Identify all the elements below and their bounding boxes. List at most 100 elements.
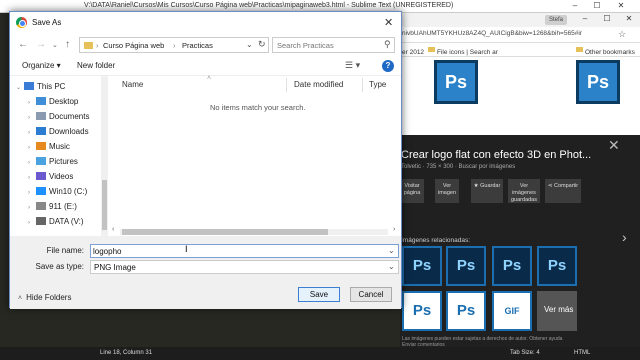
related-image[interactable]: GIF <box>492 291 532 331</box>
profile-badge[interactable]: Stefa <box>545 15 567 25</box>
related-image[interactable]: Ps <box>492 246 532 286</box>
photoshop-thumbnail[interactable]: Ps <box>576 60 620 104</box>
close-icon[interactable]: ✕ <box>622 14 636 23</box>
dialog-toolbar: Organize ▾ New folder ☰ ▾ ? <box>10 56 401 76</box>
sidebar-item-this-pc[interactable]: ⌄ This PC <box>16 82 65 91</box>
save-button[interactable]: Save <box>298 287 340 302</box>
preview-subtitle: Tolvetic · 735 × 300 · Buscar por imágen… <box>401 164 516 170</box>
sublime-statusbar: Line 18, Column 31 Tab Size: 4 HTML <box>0 347 640 360</box>
column-date-modified[interactable]: Date modified <box>294 80 343 89</box>
see-more-label[interactable]: Ver más <box>544 305 573 314</box>
navigation-pane: ⌄ This PC › Desktop › Documents › Downloads … <box>10 76 108 236</box>
minimize-icon[interactable]: – <box>578 14 592 23</box>
close-icon[interactable]: ✕ <box>384 16 393 29</box>
column-name[interactable]: Name <box>122 80 143 89</box>
scrollbar-thumb[interactable] <box>102 180 107 230</box>
sublime-window-title: V:\DATA\Raniel\Cursos\Mis Cursos\Curso P… <box>84 2 454 9</box>
breadcrumb-item[interactable]: Practicas <box>182 41 213 50</box>
navigation-row: ← → ⌄ ↑ › Curso Página web › Practicas ⌄… <box>10 34 401 56</box>
related-image[interactable]: Ps <box>402 246 442 286</box>
syntax-mode[interactable]: HTML <box>574 350 590 356</box>
file-name-input[interactable] <box>93 246 383 256</box>
feedback-link[interactable]: Enviar comentarios <box>402 342 562 348</box>
photoshop-thumbnail[interactable]: Ps <box>434 60 478 104</box>
save-type-select[interactable]: PNG Image ⌄ <box>90 260 399 274</box>
bookmark-item[interactable]: File icons | Search ar <box>428 46 498 56</box>
close-icon[interactable]: ✕ <box>608 137 620 154</box>
share-button[interactable]: ⋖ Compartir <box>545 179 581 203</box>
sidebar-scrollbar[interactable] <box>101 76 108 236</box>
help-icon[interactable]: ? <box>382 60 394 72</box>
preview-title[interactable]: Crear logo flat con efecto 3D en Phot... <box>401 149 591 161</box>
sidebar-item-videos[interactable]: › Videos <box>28 172 73 181</box>
sidebar-item-documents[interactable]: › Documents <box>28 112 89 121</box>
visit-page-button[interactable]: Visitar página <box>400 179 424 203</box>
new-folder-button[interactable]: New folder <box>77 61 115 70</box>
chevron-down-icon[interactable]: ⌄ <box>16 84 24 91</box>
minimize-icon[interactable]: – <box>568 1 582 10</box>
save-type-value: PNG Image <box>94 263 136 272</box>
hide-folders-button[interactable]: ˄ Hide Folders <box>18 293 71 302</box>
saved-images-button[interactable]: Ver imágenes guardadas <box>508 179 540 203</box>
dialog-title: Save As <box>32 18 62 27</box>
chevron-down-icon[interactable]: ⌄ <box>388 262 395 271</box>
bookmarks-bar: er 2012 File icons | Search ar Other boo… <box>400 43 640 57</box>
related-image[interactable]: Ps <box>446 291 486 331</box>
horizontal-scrollbar[interactable]: ‹ › <box>110 226 401 236</box>
refresh-icon[interactable]: ↻ <box>258 39 266 50</box>
sidebar-item-data[interactable]: › DATA (V:) <box>28 217 84 226</box>
file-name-field[interactable]: ⌄ <box>90 244 399 258</box>
sidebar-item-desktop[interactable]: › Desktop <box>28 97 78 106</box>
chevron-right-icon[interactable]: › <box>622 229 627 245</box>
related-image[interactable]: Ps <box>446 246 486 286</box>
cancel-button[interactable]: Cancel <box>350 287 392 302</box>
sidebar-item-music[interactable]: › Music <box>28 142 70 151</box>
downloads-folder-icon <box>36 127 46 135</box>
maximize-icon[interactable]: ☐ <box>590 1 604 10</box>
up-folder-icon[interactable]: ↑ <box>65 39 70 50</box>
pictures-folder-icon <box>36 157 46 165</box>
organize-button[interactable]: Organize ▾ <box>22 61 61 70</box>
scroll-left-icon[interactable]: ‹ <box>112 226 114 233</box>
save-image-button[interactable]: ★ Guardar <box>471 179 503 203</box>
maximize-icon[interactable]: ☐ <box>600 14 614 23</box>
documents-folder-icon <box>36 112 46 120</box>
url-text: nivbUAhUMT5YKHUz8AZ4Q_AUICigB&biw=1268&b… <box>402 30 582 37</box>
close-icon[interactable]: ✕ <box>614 1 628 10</box>
scroll-right-icon[interactable]: › <box>393 226 395 233</box>
column-type[interactable]: Type <box>369 80 386 89</box>
sidebar-item-win10[interactable]: › Win10 (C:) <box>28 187 87 196</box>
sidebar-item-downloads[interactable]: › Downloads <box>28 127 89 136</box>
chevron-down-icon[interactable]: ⌄ <box>52 41 58 49</box>
file-name-label: File name: <box>46 246 84 255</box>
file-list[interactable]: Name ˄ Date modified Type No items match… <box>110 75 401 236</box>
sidebar-item-pictures[interactable]: › Pictures <box>28 157 78 166</box>
chevron-down-icon[interactable]: ⌄ <box>246 40 253 49</box>
search-input[interactable] <box>277 40 377 51</box>
related-image[interactable]: Ps <box>537 246 577 286</box>
back-icon[interactable]: ← <box>18 39 28 50</box>
folder-icon <box>576 46 583 52</box>
search-box[interactable]: ⚲ <box>272 37 395 53</box>
sort-up-icon: ˄ <box>207 75 212 82</box>
address-breadcrumb[interactable]: › Curso Página web › Practicas ⌄ ↻ <box>79 37 269 53</box>
chrome-titlebar: Stefa – ☐ ✕ <box>400 13 640 27</box>
related-image[interactable]: Ps <box>402 291 442 331</box>
drive-icon <box>36 217 46 225</box>
star-icon[interactable]: ☆ <box>618 29 626 40</box>
forward-icon[interactable]: → <box>36 39 46 50</box>
file-icon <box>428 46 435 52</box>
breadcrumb-item[interactable]: Curso Página web <box>103 41 164 50</box>
empty-message: No items match your search. <box>210 103 306 112</box>
bookmark-folder[interactable]: Other bookmarks <box>576 46 635 56</box>
chrome-icon <box>16 17 27 28</box>
cursor-position: Line 18, Column 31 <box>100 350 153 356</box>
view-image-button[interactable]: Ver imagen <box>435 179 459 203</box>
view-options-icon[interactable]: ☰ ▾ <box>345 60 360 71</box>
computer-icon <box>24 82 34 90</box>
sidebar-item-911[interactable]: › 911 (E:) <box>28 202 77 211</box>
address-bar[interactable]: nivbUAhUMT5YKHUz8AZ4Q_AUICigB&biw=1268&b… <box>400 27 640 43</box>
scrollbar-thumb[interactable] <box>122 229 328 235</box>
tab-size[interactable]: Tab Size: 4 <box>510 350 540 356</box>
chevron-down-icon[interactable]: ⌄ <box>388 246 395 255</box>
